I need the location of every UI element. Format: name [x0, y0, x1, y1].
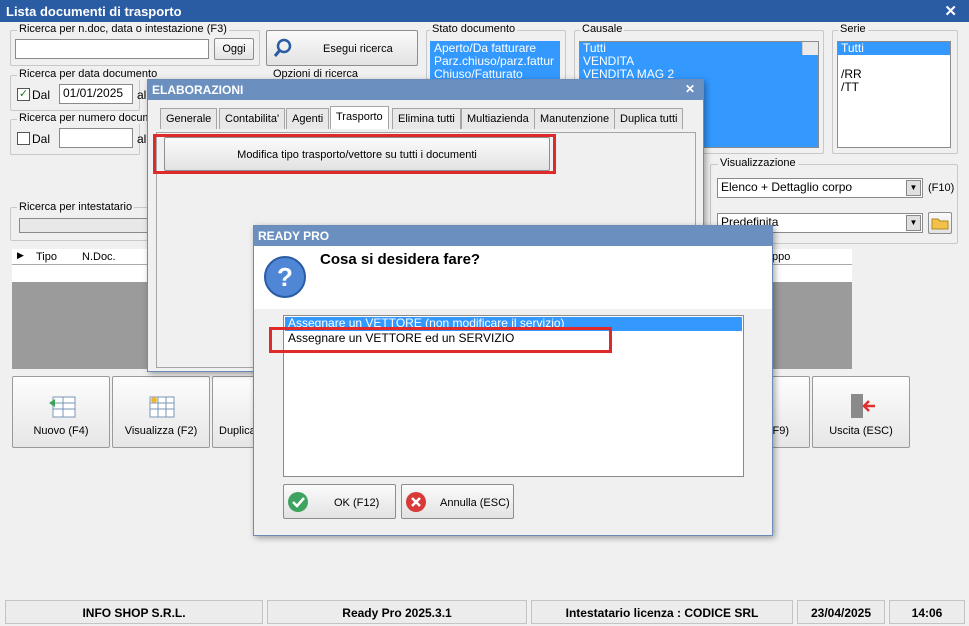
row-pointer-icon: ▶	[17, 250, 24, 260]
status-bar: INFO SHOP S.R.L. Ready Pro 2025.3.1 Inte…	[5, 600, 965, 624]
window-close-button[interactable]: ✕	[944, 2, 957, 20]
tab-contabilita[interactable]: Contabilita'	[219, 108, 286, 129]
tab-generale[interactable]: Generale	[160, 108, 218, 129]
intestatario-input[interactable]	[19, 218, 149, 233]
esegui-ricerca-button[interactable]: Esegui ricerca	[266, 30, 418, 66]
numero-search-label: Ricerca per numero docum	[17, 112, 154, 124]
readypro-title: READY PRO	[258, 229, 330, 243]
tab-elimina-tutti[interactable]: Elimina tutti	[392, 108, 461, 129]
status-license: Intestatario licenza : CODICE SRL	[531, 600, 793, 624]
intestatario-label: Ricerca per intestatario	[17, 201, 135, 213]
view-table-icon	[149, 396, 175, 418]
elaborazioni-tab-strip: Generale Contabilita' Agenti Trasporto E…	[156, 106, 696, 132]
stato-item[interactable]: Chiuso/Fatturato	[431, 68, 559, 78]
nuovo-button[interactable]: Nuovo (F4)	[12, 376, 110, 448]
window-title: Lista documenti di trasporto	[6, 4, 182, 19]
folder-icon	[931, 218, 949, 230]
stato-list[interactable]: Aperto/Da fatturare Parz.chiuso/parz.fat…	[430, 41, 560, 79]
status-date: 23/04/2025	[797, 600, 885, 624]
col-ndoc[interactable]: N.Doc.	[82, 251, 116, 263]
annulla-button[interactable]: Annulla (ESC)	[401, 484, 514, 519]
visualizza-button[interactable]: Visualizza (F2)	[112, 376, 210, 448]
tab-duplica-tutti[interactable]: Duplica tutti	[614, 108, 684, 129]
highlight-box	[153, 134, 556, 174]
svg-text:?: ?	[277, 262, 293, 292]
elaborazioni-title: ELABORAZIONI	[152, 83, 244, 97]
question-header: ? Cosa si desidera fare?	[254, 246, 772, 309]
question-text: Cosa si desidera fare?	[320, 251, 481, 268]
oggi-button[interactable]: Oggi	[214, 38, 254, 60]
ndoc-search-input[interactable]	[15, 39, 209, 59]
al-label: al	[137, 88, 147, 102]
new-document-icon	[49, 396, 76, 418]
chevron-down-icon[interactable]: ▼	[906, 180, 921, 196]
exit-door-icon	[851, 394, 875, 418]
ok-button[interactable]: OK (F12)	[283, 484, 396, 519]
causale-label: Causale	[580, 23, 625, 35]
col-tipo[interactable]: Tipo	[36, 251, 57, 263]
visualizzazione-key: (F10)	[928, 182, 955, 194]
status-time: 14:06	[889, 600, 965, 624]
visualizzazione-label: Visualizzazione	[718, 157, 798, 169]
col-gruppo[interactable]: ppo	[772, 251, 790, 263]
highlight-box	[269, 327, 612, 353]
dal2-number-input[interactable]	[59, 128, 133, 148]
tab-agenti[interactable]: Agenti	[286, 108, 330, 129]
elaborazioni-close-button[interactable]: ✕	[685, 82, 695, 96]
ok-label: OK (F12)	[334, 497, 380, 509]
status-company: INFO SHOP S.R.L.	[5, 600, 263, 624]
al2-label: al	[137, 132, 147, 146]
serie-item[interactable]: Tutti	[838, 42, 950, 55]
uscita-button[interactable]: Uscita (ESC)	[812, 376, 910, 448]
readypro-title-bar: READY PRO	[254, 226, 772, 246]
cancel-circle-icon	[406, 492, 426, 512]
stato-label: Stato documento	[430, 23, 518, 35]
status-version: Ready Pro 2025.3.1	[267, 600, 527, 624]
dal-label: Dal	[32, 88, 51, 102]
annulla-label: Annulla (ESC)	[440, 497, 510, 509]
search-icon	[273, 38, 292, 57]
esegui-ricerca-label: Esegui ricerca	[323, 43, 393, 55]
uscita-label: Uscita (ESC)	[829, 425, 893, 437]
window-title-bar: Lista documenti di trasporto	[0, 0, 969, 22]
folder-button[interactable]	[928, 212, 952, 234]
tab-trasporto[interactable]: Trasporto	[330, 106, 389, 129]
chevron-down-icon[interactable]: ▼	[906, 215, 921, 231]
ndoc-search-label: Ricerca per n.doc, data o intestazione (…	[17, 23, 229, 35]
check-circle-icon	[288, 492, 308, 512]
readypro-dialog: READY PRO ? Cosa si desidera fare? Asseg…	[253, 225, 773, 536]
tab-multiazienda[interactable]: Multiazienda	[461, 108, 535, 129]
serie-list[interactable]: Tutti /RR /TT	[837, 41, 951, 148]
dal-checkbox[interactable]: ✓	[17, 88, 30, 101]
tab-manutenzione[interactable]: Manutenzione	[534, 108, 616, 129]
causale-scrollbar[interactable]	[802, 42, 818, 55]
visualizza-label: Visualizza (F2)	[124, 425, 198, 437]
question-icon: ?	[264, 256, 306, 298]
serie-label: Serie	[838, 23, 868, 35]
data-search-label: Ricerca per data documento	[17, 68, 160, 80]
dal2-label: Dal	[32, 132, 51, 146]
nuovo-label: Nuovo (F4)	[33, 425, 89, 437]
dal-date-input[interactable]: 01/01/2025	[59, 84, 133, 104]
elaborazioni-title-bar: ELABORAZIONI ✕	[148, 80, 703, 100]
serie-item[interactable]: /TT	[838, 81, 950, 94]
dal2-checkbox[interactable]	[17, 132, 30, 145]
visualizzazione-select[interactable]: Elenco + Dettaglio corpo	[717, 178, 923, 198]
